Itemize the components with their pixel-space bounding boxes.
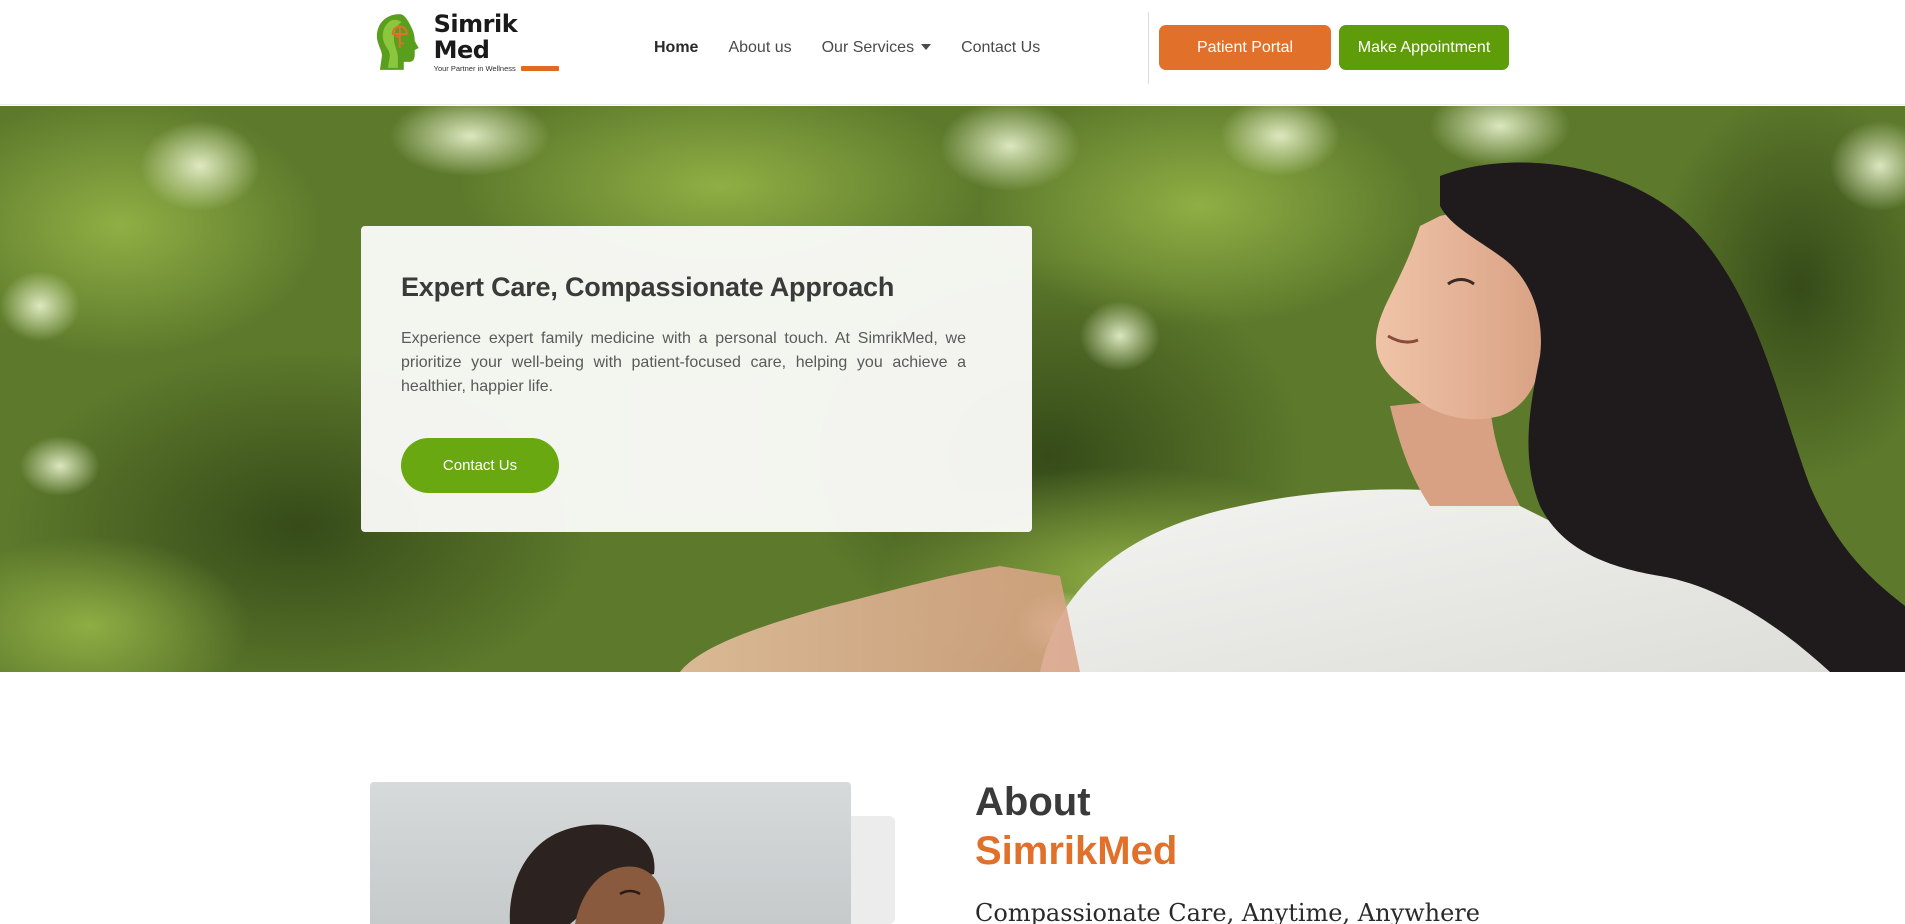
logo-tagline-row: Your Partner in Wellness — [434, 64, 580, 73]
logo-name: Simrik Med — [434, 11, 580, 63]
logo-text: Simrik Med Your Partner in Wellness — [434, 11, 580, 73]
about-brand-name: SimrikMed — [975, 829, 1178, 873]
nav-our-services[interactable]: Our Services — [821, 39, 932, 57]
main-nav: Home About us Our Services Contact Us — [654, 36, 1070, 60]
hero-card: Expert Care, Compassionate Approach Expe… — [361, 226, 1032, 532]
hero-description: Experience expert family medicine with a… — [401, 330, 966, 395]
about-image — [370, 782, 851, 924]
nav-contact-us[interactable]: Contact Us — [961, 39, 1040, 57]
make-appointment-button[interactable]: Make Appointment — [1339, 25, 1509, 70]
hero-title: Expert Care, Compassionate Approach — [401, 272, 895, 302]
caret-down-icon — [921, 44, 932, 50]
site-header: Simrik Med Your Partner in Wellness Home… — [0, 0, 1905, 105]
hero-section: Expert Care, Compassionate Approach Expe… — [0, 106, 1905, 672]
logo-tagline: Your Partner in Wellness — [433, 64, 516, 73]
nav-home[interactable]: Home — [654, 39, 698, 57]
logo-name-part1: Simrik — [433, 10, 518, 38]
header-divider — [1148, 12, 1149, 84]
nav-our-services-label: Our Services — [821, 39, 915, 56]
logo-name-part2: Med — [433, 36, 490, 64]
logo-head-icon — [376, 14, 419, 70]
nav-about-us[interactable]: About us — [728, 39, 791, 57]
logo-accent-bar — [520, 66, 559, 71]
about-title: About — [975, 780, 1091, 824]
about-subtitle: Compassionate Care, Anytime, Anywhere — [975, 899, 1480, 924]
hero-contact-button[interactable]: Contact Us — [401, 438, 559, 493]
patient-portal-button[interactable]: Patient Portal — [1159, 25, 1331, 70]
logo[interactable]: Simrik Med Your Partner in Wellness — [370, 10, 580, 74]
